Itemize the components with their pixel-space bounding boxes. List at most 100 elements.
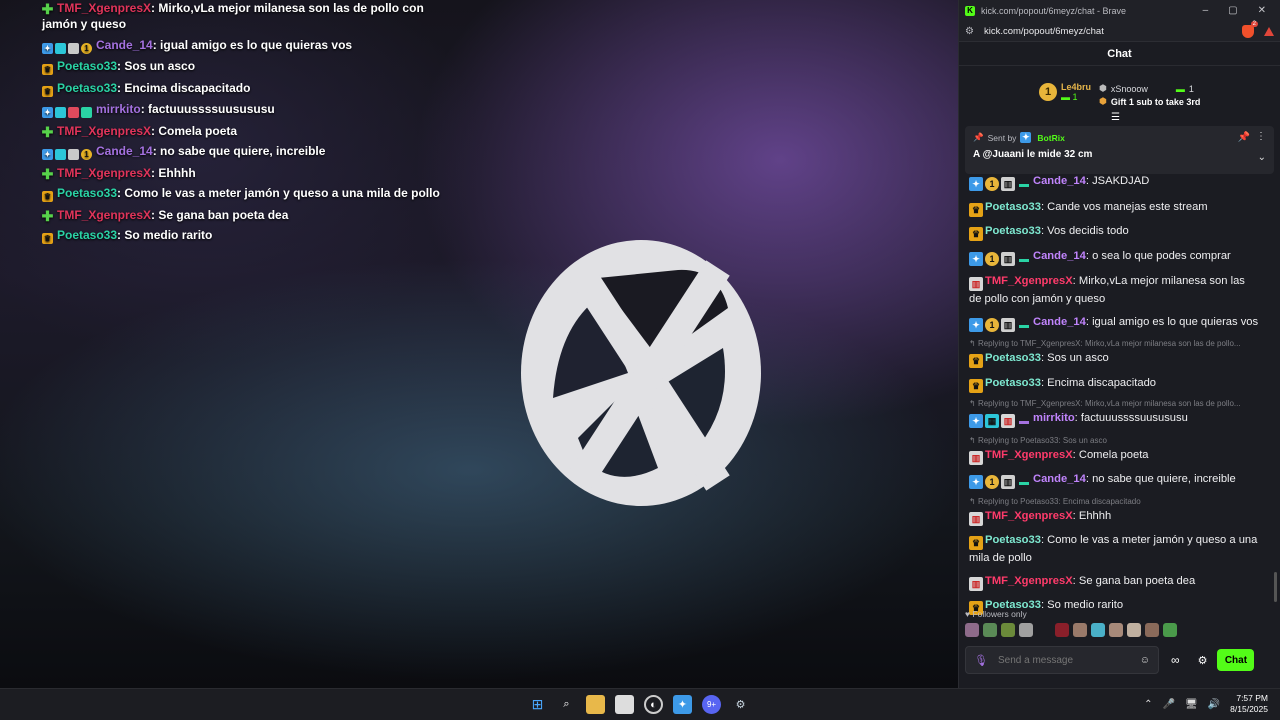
chat-username[interactable]: TMF_XgenpresX (985, 575, 1073, 587)
mic-tray-icon[interactable]: 🎤 (1163, 699, 1175, 710)
chat-message[interactable]: ♛ Poetaso33: Encima discapacitado (969, 375, 1259, 393)
emote-icon[interactable] (965, 623, 979, 637)
microphone-icon[interactable]: 🎙 (974, 654, 988, 667)
emote-icon[interactable] (1001, 623, 1015, 637)
leaderboard-second-name[interactable]: xSnooow (1111, 84, 1148, 94)
chat-badge-icon[interactable]: ▥ (1001, 475, 1015, 489)
chat-badge-icon[interactable]: ✦ (969, 317, 983, 332)
emote-icon[interactable] (1055, 623, 1069, 637)
reply-context[interactable]: ↰ Replying to TMF_XgenpresX: Mirko,vLa m… (969, 399, 1259, 409)
chat-message[interactable]: ▥ TMF_XgenpresX: Ehhhh (969, 508, 1259, 526)
chat-message[interactable]: ♛ Poetaso33: Cande vos manejas este strea… (969, 199, 1259, 217)
brave-browser-icon[interactable]: ✦ (673, 695, 692, 714)
site-settings-icon[interactable]: ⚙ (965, 26, 974, 37)
chat-badge-icon[interactable]: ▬ (1017, 319, 1031, 333)
more-options-icon[interactable]: ⋮ (1256, 131, 1266, 142)
message-input[interactable] (997, 654, 1108, 666)
send-chat-button[interactable]: Chat (1217, 649, 1255, 671)
chat-badge-icon[interactable]: ▬ (1017, 415, 1031, 429)
file-explorer-icon[interactable] (586, 695, 605, 714)
chat-badge-icon[interactable]: 1 (985, 177, 999, 191)
chat-message[interactable]: ▥ TMF_XgenpresX: Comela poeta (969, 447, 1259, 465)
emote-icon[interactable] (1091, 623, 1105, 637)
chat-message[interactable]: ▥ TMF_XgenpresX: Se gana ban poeta dea (969, 573, 1259, 591)
chat-username[interactable]: TMF_XgenpresX (985, 275, 1073, 287)
chat-message[interactable]: ♛ Poetaso33: Sos un asco (969, 350, 1259, 368)
emote-icon[interactable] (1019, 623, 1033, 637)
chat-badge-icon[interactable]: ▥ (969, 450, 983, 465)
chat-badge-icon[interactable]: ♛ (969, 227, 983, 241)
emote-icon[interactable] (1109, 623, 1123, 637)
chat-username[interactable]: Cande_14 (1033, 316, 1086, 328)
steam-icon[interactable]: ⚙ (731, 695, 750, 714)
chat-badge-icon[interactable]: ✦ (969, 251, 983, 266)
chat-username[interactable]: Cande_14 (1033, 175, 1086, 187)
chat-badge-icon[interactable]: ✦ (969, 414, 983, 428)
chat-username[interactable]: Poetaso33 (985, 225, 1041, 237)
leaderboard-first-name[interactable]: Le4bru (1061, 82, 1091, 92)
chat-message[interactable]: ✦ 1 ▥ ▬ Cande_14: o sea lo que podes comprar (969, 248, 1259, 267)
chat-username[interactable]: Poetaso33 (985, 352, 1041, 364)
emote-icon[interactable] (983, 623, 997, 637)
reply-context[interactable]: ↰ Replying to Poetaso33: Sos un asco (969, 436, 1259, 446)
close-button[interactable]: ✕ (1258, 5, 1266, 16)
chat-username[interactable]: TMF_XgenpresX (985, 449, 1073, 461)
chat-settings-icon[interactable]: ⚙ (1198, 654, 1208, 667)
chat-badge-icon[interactable]: ♛ (969, 202, 983, 217)
chat-scrollbar[interactable] (1274, 572, 1277, 602)
chat-badge-icon[interactable]: ♛ (969, 536, 983, 550)
chat-badge-icon[interactable]: ▥ (969, 576, 983, 591)
chat-username[interactable]: Poetaso33 (985, 534, 1041, 546)
volume-icon[interactable]: 🔊 (1208, 699, 1220, 710)
chat-badge-icon[interactable]: 1 (985, 475, 999, 489)
chat-badge-icon[interactable]: ✦ (969, 475, 983, 489)
chat-message[interactable]: ✦ 1 ▥ ▬ Cande_14: no sabe que quiere, increi… (969, 471, 1259, 490)
clock[interactable]: 7:57 PM 8/15/2025 (1230, 693, 1268, 715)
brave-shields-icon[interactable]: 2 (1242, 20, 1258, 38)
chat-message[interactable]: ▥ TMF_XgenpresX: Mirko,vLa mejor milanesa… (969, 273, 1259, 307)
chat-username[interactable]: Poetaso33 (985, 377, 1041, 389)
chrome-icon[interactable]: ◐ (644, 695, 663, 714)
emote-icon[interactable] (1127, 623, 1141, 637)
chat-message[interactable]: ✦ 1 ▥ ▬ Cande_14: JSAKDJAD (969, 173, 1259, 192)
expand-leaderboard-icon[interactable]: ☰ (1111, 112, 1120, 123)
chat-badge-icon[interactable]: ✦ (969, 177, 983, 191)
emote-icon[interactable] (1037, 623, 1051, 637)
chat-message[interactable]: ♛ Poetaso33: Como le vas a meter jamón y … (969, 532, 1259, 566)
reply-context[interactable]: ↰ Replying to TMF_XgenpresX: Mirko,vLa m… (969, 339, 1259, 349)
chat-username[interactable]: Cande_14 (1033, 250, 1086, 262)
emote-icon[interactable] (1145, 623, 1159, 637)
chat-badge-icon[interactable]: ♛ (969, 354, 983, 368)
emote-icon[interactable] (1073, 623, 1087, 637)
start-icon[interactable]: ⊞ (528, 695, 547, 714)
gift-sub-prompt[interactable]: Gift 1 sub to take 3rd (1111, 97, 1201, 107)
network-icon[interactable]: 🖥 (1185, 699, 1198, 710)
emote-picker-icon[interactable]: ☺ (1140, 655, 1150, 666)
chat-badge-icon[interactable]: 1 (985, 317, 999, 332)
chat-badge-icon[interactable]: ▦ (985, 414, 999, 428)
chevron-down-icon[interactable]: ⌄ (1258, 152, 1266, 163)
chat-username[interactable]: Cande_14 (1033, 473, 1086, 485)
chevron-up-icon[interactable]: ⌃ (1144, 699, 1152, 710)
brave-rewards-icon[interactable] (1264, 26, 1274, 36)
infinity-icon[interactable]: ∞ (1171, 653, 1180, 667)
search-icon[interactable]: ⌕ (557, 695, 576, 714)
minimize-button[interactable]: – (1203, 5, 1209, 16)
chat-message[interactable]: ✦ ▦ ▥ ▬ mirrkito: factuuussssuusususu (969, 410, 1259, 429)
chat-badge-icon[interactable]: ▥ (969, 277, 983, 291)
chat-badge-icon[interactable]: ▥ (1001, 414, 1015, 428)
pinned-message[interactable]: 📌 Sent by ✦ BotRix A @Juaani le mide 32 … (965, 126, 1274, 174)
url-text[interactable]: kick.com/popout/6meyz/chat (984, 26, 1104, 37)
chat-message[interactable]: ♛ Poetaso33: Vos decidis todo (969, 223, 1259, 241)
chat-badge-icon[interactable]: ▥ (1001, 251, 1015, 266)
store-icon[interactable] (615, 695, 634, 714)
chat-badge-icon[interactable]: ▬ (1017, 178, 1031, 192)
unpin-icon[interactable]: 📌 (1238, 132, 1250, 143)
message-box[interactable]: 🎙 ☺ (965, 646, 1159, 674)
discord-icon[interactable]: 9+ (702, 695, 721, 714)
address-bar[interactable]: ⚙ kick.com/popout/6meyz/chat 2 (959, 20, 1280, 42)
chat-username[interactable]: TMF_XgenpresX (985, 510, 1073, 522)
chat-badge-icon[interactable]: ▥ (1001, 177, 1015, 191)
window-titlebar[interactable]: K kick.com/popout/6meyz/chat - Brave – ▢… (959, 0, 1280, 21)
pinned-bot-name[interactable]: BotRix (1037, 133, 1064, 143)
